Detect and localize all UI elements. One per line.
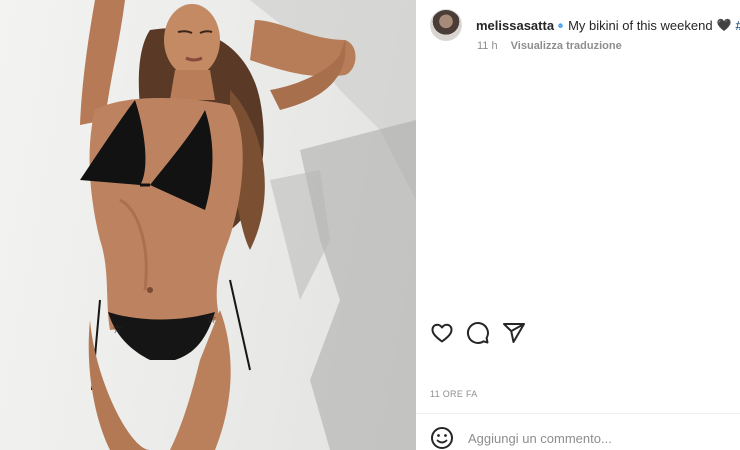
svg-text:☆: ☆ [112,322,123,336]
username-link[interactable]: melissasatta [476,18,554,33]
comment-icon[interactable] [466,321,490,345]
caption-row: melissasatta My bikini of this weekend 🖤… [430,8,740,42]
caption-text: My bikini of this weekend [568,17,713,33]
post-date[interactable]: 11 ORE FA [430,389,478,399]
black-heart-emoji: 🖤 [716,18,732,32]
caption-meta: 11 h Visualizza traduzione [477,40,622,52]
comment-form [430,426,698,450]
translate-link[interactable]: Visualizza traduzione [511,40,622,52]
hashtag-link[interactable]: #p [736,18,740,33]
share-icon[interactable] [502,321,526,345]
photo-illustration: ☆ ☆ [80,0,416,450]
post-details-panel: melissasatta My bikini of this weekend 🖤… [416,0,740,450]
divider [416,413,740,414]
verified-badge-icon [558,22,563,28]
action-bar [430,321,526,345]
heart-outline-icon[interactable] [430,321,454,345]
smiley-icon[interactable] [430,426,454,450]
time-ago[interactable]: 11 h [477,40,498,52]
comment-input[interactable] [468,430,698,446]
avatar[interactable] [430,9,462,41]
svg-text:☆: ☆ [206,312,217,326]
post-photo[interactable]: ☆ ☆ [0,0,416,450]
